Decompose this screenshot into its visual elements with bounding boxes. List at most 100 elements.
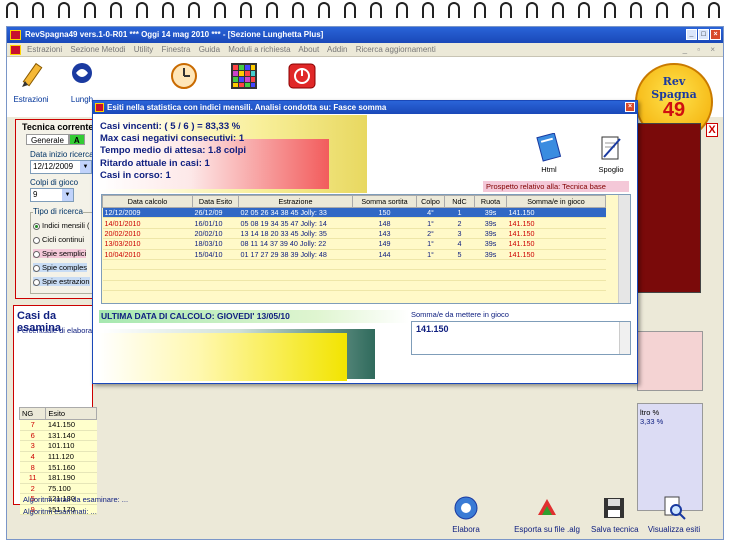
tipo-ricerca-label: Tipo di ricerca [33,207,83,216]
esiti-dialog: Esiti nella statistica con indici mensil… [92,100,638,384]
spiral-ring [422,2,434,18]
spiral-ring [162,2,174,18]
table-row [102,259,606,271]
col-colpo[interactable]: Colpo [416,195,445,208]
somme-value: 141.150 [416,324,449,334]
table-row[interactable]: 10/04/2010 15/04/10 01 17 27 29 38 39 Joll… [102,249,606,260]
radio-indici-mensili[interactable]: Indici mensili ( [33,221,90,230]
menu-addin[interactable]: Addin [327,45,347,54]
somme-textarea[interactable]: 141.150 [411,321,631,355]
pencil-icon [22,62,43,87]
tab-generale[interactable]: Generale [26,134,69,145]
spiral-ring [500,2,512,18]
col-data-esito[interactable]: Data Esito [192,195,239,208]
table-row[interactable]: 14/01/2010 16/01/10 05 08 19 34 35 47 Joll… [102,217,606,229]
colpi-select[interactable]: 9 ▼ [30,188,74,202]
menu-estrazioni[interactable]: Estrazioni [27,45,62,54]
radio-spie-semplici[interactable]: Spie semplici [33,249,87,258]
chevron-down-icon: ▼ [62,189,73,201]
spiral-ring [58,2,70,18]
filtro-label: ltro % [640,408,660,417]
table-row[interactable]: 6 131.140 [19,430,97,442]
power-icon [288,63,316,89]
menu-about[interactable]: About [298,45,319,54]
data-inizio-select[interactable]: 12/12/2009 ▼ [30,160,92,174]
menu-ricerca-aggiornamenti[interactable]: Ricerca aggiornamenti [356,45,436,54]
grid-tool[interactable] [229,61,259,95]
spiral-ring [526,2,538,18]
power-tool[interactable] [287,61,317,95]
col-somme-in-gioco[interactable]: Somma/e in gioco [506,195,606,208]
close-button[interactable]: × [710,29,721,40]
spiral-ring [708,2,720,18]
estrazioni-tool[interactable]: Estrazioni [11,61,51,104]
visualizza-button[interactable]: Visualizza esiti [647,495,701,534]
table-row[interactable]: 2 75.100 [19,483,97,495]
spiral-ring [344,2,356,18]
menu-utility[interactable]: Utility [134,45,154,54]
spiral-ring [110,2,122,18]
table-row[interactable]: 3 101.110 [19,440,97,452]
grid-scrollbar[interactable] [618,195,630,303]
cases-subtitle: Percentuale di elabora: [17,326,95,335]
somme-scrollbar[interactable] [619,322,630,354]
table-row[interactable]: 8 151.160 [19,461,97,473]
technique-tabs: Generale A [26,134,85,145]
spiral-ring [396,2,408,18]
tab-a[interactable]: A [68,134,85,145]
spiral-ring [136,2,148,18]
table-row[interactable]: 4 111.120 [19,451,97,463]
close-x-button[interactable]: X [706,123,718,137]
col-data-calcolo[interactable]: Data calcolo [102,195,193,208]
col-estrazione[interactable]: Estrazione [238,195,353,208]
col-ruota[interactable]: Ruota [474,195,507,208]
elabora-button[interactable]: Elabora [451,495,481,534]
chevron-down-icon: ▼ [80,161,91,173]
spiral-ring [656,2,668,18]
ng-header[interactable]: NG [18,407,47,420]
data-inizio-value: 12/12/2009 [33,162,74,171]
decor-yellow-gradient [99,333,347,381]
table-row[interactable]: 13/03/2010 18/03/10 08 11 14 37 39 40 Joll… [102,238,606,250]
salva-button[interactable]: Salva tecnica [591,495,639,534]
minimize-button[interactable]: _ [686,29,697,40]
esporta-button[interactable]: Esporta su file .alg [507,495,587,534]
ultima-data-label: ULTIMA DATA DI CALCOLO: GIOVEDI' 13/05/1… [99,310,409,323]
dialog-title: Esiti nella statistica con indici mensil… [107,103,387,112]
menu-guida[interactable]: Guida [199,45,220,54]
html-button[interactable]: Html [531,132,567,174]
radio-cicli-continui[interactable]: Cicli continui [33,235,84,244]
technique-panel: Tecnica corrente: Generale A Data inizio… [15,119,101,299]
lunghetta-tool[interactable]: Lungh [65,61,99,104]
window-title: RevSpagna49 vers.1-0-R01 *** Oggi 14 mag… [25,30,324,39]
radio-spie-complesse[interactable]: Spie comples [33,263,88,272]
maximize-button[interactable]: □ [698,29,709,40]
spiral-ring [604,2,616,18]
spiral-ring [630,2,642,18]
summary-text: Casi vincenti: ( 5 / 6 ) = 83,33 % Max c… [100,121,246,182]
esito-header[interactable]: Esito [45,407,97,420]
menu-finestra[interactable]: Finestra [162,45,191,54]
dialog-close-button[interactable]: × [625,102,635,112]
menu-moduli[interactable]: Moduli a richiesta [228,45,290,54]
table-row[interactable]: 20/02/2010 20/02/10 13 14 18 20 33 45 Joll… [102,228,606,240]
html-book-icon [536,132,562,162]
spiral-ring [266,2,278,18]
table-row[interactable]: 11 181.190 [19,472,97,484]
clock-tool[interactable] [169,61,199,95]
ritardo-attuale: Ritardo attuale in casi: 1 [100,157,210,169]
spiral-ring [370,2,382,18]
table-row[interactable]: 7 141.150 [19,419,97,431]
mdi-controls[interactable]: _ ▫ × [683,43,719,57]
table-row[interactable]: 12/12/2009 26/12/09 02 05 26 34 38 45 Joll… [102,207,606,219]
spiral-ring [188,2,200,18]
spiral-ring [292,2,304,18]
dialog-icon [95,103,104,112]
col-somma-sortita[interactable]: Somma sortita [352,195,417,208]
radio-spie-estrazioni[interactable]: Spie estrazion [33,277,90,286]
menu-sezione-metodi[interactable]: Sezione Metodi [70,45,125,54]
colpi-label: Colpi di gioco [30,178,79,187]
spoglio-button[interactable]: Spoglio [593,135,629,174]
col-ndc[interactable]: NdC [444,195,475,208]
menu-bar: Estrazioni Sezione Metodi Utility Finest… [7,43,723,57]
